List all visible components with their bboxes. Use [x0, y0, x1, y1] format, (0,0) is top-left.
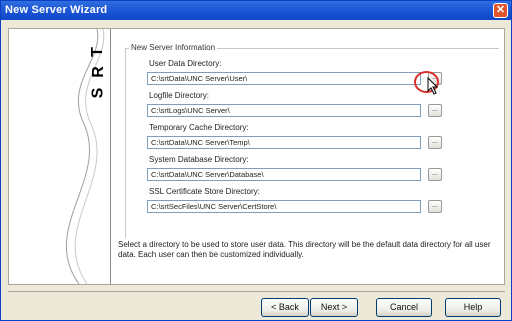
user-data-input[interactable]: C:\srtData\UNC Server\User\	[147, 72, 421, 85]
logo-letter-s: S	[89, 87, 107, 99]
srt-logo: T R S	[9, 29, 111, 284]
logo-letter-r: R	[89, 66, 107, 78]
temp-cache-input[interactable]: C:\srtData\UNC Server\Temp\	[147, 136, 421, 149]
system-db-browse-button[interactable]: ...	[428, 168, 442, 181]
mouse-pointer-icon	[427, 77, 439, 95]
description-text: Select a directory to be used to store u…	[118, 240, 491, 259]
ssl-cert-input[interactable]: C:\srtSecFiles\UNC Server\CertStore\	[147, 200, 421, 213]
system-db-label: System Database Directory:	[149, 155, 249, 164]
user-data-label: User Data Directory:	[149, 59, 222, 68]
logfile-label: Logfile Directory:	[149, 91, 210, 100]
back-button[interactable]: < Back	[261, 298, 309, 317]
system-db-input[interactable]: C:\srtData\UNC Server\Database\	[147, 168, 421, 181]
logo-divider	[110, 29, 111, 284]
ssl-cert-browse-button[interactable]: ...	[428, 200, 442, 213]
temp-cache-browse-button[interactable]: ...	[428, 136, 442, 149]
title-bar[interactable]: New Server Wizard ✕	[1, 1, 511, 20]
button-divider	[8, 291, 505, 292]
window-title: New Server Wizard	[5, 4, 108, 16]
wizard-window: New Server Wizard ✕ T R S New Server Inf…	[0, 0, 512, 321]
help-button[interactable]: Help	[445, 298, 501, 317]
logfile-input[interactable]: C:\srtLogs\UNC Server\	[147, 104, 421, 117]
next-button[interactable]: Next >	[310, 298, 358, 317]
logfile-browse-button[interactable]: ...	[428, 104, 442, 117]
ssl-cert-label: SSL Certificate Store Directory:	[149, 187, 260, 196]
logo-letter-t: T	[88, 47, 106, 57]
group-title: New Server Information	[129, 43, 218, 52]
cancel-button[interactable]: Cancel	[376, 298, 432, 317]
temp-cache-label: Temporary Cache Directory:	[149, 123, 249, 132]
close-button[interactable]: ✕	[493, 3, 508, 18]
